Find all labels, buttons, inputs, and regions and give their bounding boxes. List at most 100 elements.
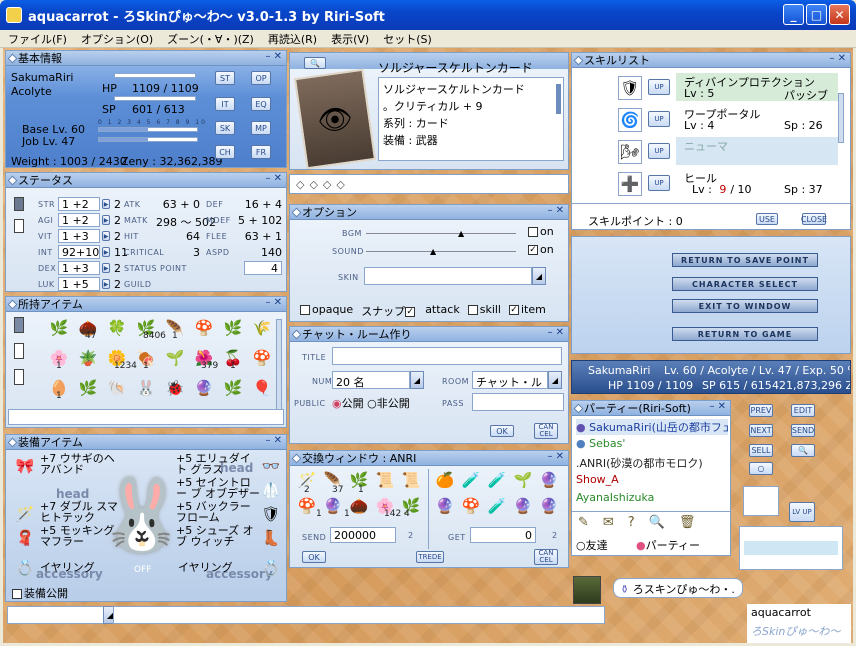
maximize-button[interactable]: □ bbox=[806, 4, 827, 25]
edit-button[interactable]: EDIT bbox=[791, 404, 815, 417]
num-select[interactable]: 20 名 bbox=[332, 371, 410, 389]
ok-button[interactable]: OK bbox=[490, 425, 514, 437]
minimize-icon[interactable]: – ✕ bbox=[709, 401, 726, 412]
party-member[interactable]: ● Sebas' bbox=[576, 437, 728, 450]
bgm-slider[interactable]: ▲ bbox=[366, 229, 516, 238]
status-toggle[interactable] bbox=[14, 219, 24, 233]
skill-up-button[interactable]: UP bbox=[648, 111, 670, 127]
minimize-icon[interactable]: – ✕ bbox=[265, 435, 282, 446]
party-tab[interactable]: ●パーティー bbox=[636, 537, 700, 553]
orb-icon[interactable]: 🔮 bbox=[322, 495, 344, 517]
opaque-checkbox[interactable] bbox=[300, 305, 310, 315]
skill-close-button[interactable]: CLOSE bbox=[801, 213, 827, 225]
send-button[interactable]: SEND bbox=[791, 424, 815, 437]
portal-icon[interactable]: 🌀 bbox=[618, 108, 642, 132]
party-member[interactable]: .ANRI(砂漠の都市モロク) bbox=[576, 455, 728, 471]
window-title-bar[interactable]: スキルリスト – ✕ bbox=[572, 53, 850, 68]
headband-icon[interactable]: 🎀 bbox=[14, 455, 36, 477]
minimize-icon[interactable]: – ✕ bbox=[265, 297, 282, 308]
party-member[interactable]: ● SakumaRiri(山岳の都市フェ bbox=[576, 419, 728, 435]
inventory-tab-equip[interactable] bbox=[14, 343, 24, 359]
party-tools[interactable]: ✎✉?🔍🗑 bbox=[578, 515, 709, 530]
scroll-icon[interactable]: 📜 bbox=[400, 469, 422, 491]
mushroom-icon[interactable]: 🍄 bbox=[251, 347, 273, 369]
chat-title-input[interactable] bbox=[332, 347, 562, 365]
window-title-bar[interactable]: ステータス – ✕ bbox=[6, 173, 286, 188]
ok-button[interactable]: OK bbox=[302, 551, 326, 563]
skill-scrollbar[interactable] bbox=[838, 93, 844, 143]
chat-message-input[interactable] bbox=[113, 606, 605, 624]
status-toggle[interactable] bbox=[14, 197, 24, 211]
herb-icon[interactable]: 🌿 bbox=[77, 377, 99, 399]
plant-icon[interactable]: 🪴 bbox=[77, 347, 99, 369]
magnifier-icon[interactable]: 🔍 bbox=[304, 57, 326, 69]
window-title-bar[interactable]: チャット・ルーム作り – ✕ bbox=[290, 327, 568, 342]
minimize-icon[interactable]: – ✕ bbox=[547, 451, 564, 462]
minimap[interactable] bbox=[573, 576, 601, 604]
party-member[interactable]: AyanaIshizuka bbox=[576, 491, 728, 504]
shield-icon[interactable]: 🛡 bbox=[618, 76, 642, 100]
hotkey-slots[interactable]: ◇◇◇◇ bbox=[296, 178, 350, 191]
chat-target-input[interactable] bbox=[7, 606, 107, 624]
minimize-icon[interactable]: – ✕ bbox=[265, 173, 282, 184]
window-title-bar[interactable]: 装備アイテム – ✕ bbox=[6, 435, 286, 450]
chevron-down-icon[interactable]: ◢ bbox=[410, 371, 424, 389]
prev-button[interactable]: PREV bbox=[749, 404, 773, 417]
cancel-button[interactable]: CAN CEL bbox=[534, 423, 558, 439]
mp-button[interactable]: MP bbox=[251, 121, 271, 135]
sound-on-checkbox[interactable]: ✓ bbox=[528, 245, 538, 255]
op-button[interactable]: OP bbox=[251, 71, 271, 85]
stat-up-icon[interactable]: ▶ bbox=[102, 247, 110, 257]
room-select[interactable]: チャット・ルー bbox=[472, 371, 548, 389]
herb-icon[interactable]: 🌿 bbox=[48, 317, 70, 339]
equip-left-2[interactable]: +7 ダブル スマ ヒトテック bbox=[40, 501, 120, 523]
sprout-icon[interactable]: 🌱 bbox=[164, 347, 186, 369]
bug-icon[interactable]: 🐞 bbox=[164, 377, 186, 399]
sk-button[interactable]: SK bbox=[215, 121, 235, 135]
friend-tab[interactable]: ○友達 bbox=[576, 537, 608, 553]
skill-up-button[interactable]: UP bbox=[648, 175, 670, 191]
window-title-bar[interactable]: パーティー(Riri-Soft) – ✕ bbox=[572, 401, 730, 416]
chevron-down-icon[interactable]: ◢ bbox=[532, 267, 546, 285]
party-member[interactable]: Show_A bbox=[576, 473, 728, 486]
public-radio[interactable]: ◉ bbox=[332, 397, 342, 410]
equip-left-1[interactable]: +7 ウサギのヘアバンド bbox=[40, 453, 116, 475]
minimize-icon[interactable]: – ✕ bbox=[265, 51, 282, 62]
balloon-icon[interactable]: 🎈 bbox=[251, 377, 273, 399]
menu-file[interactable]: ファイル(F) bbox=[8, 31, 67, 47]
inventory-tab-item[interactable] bbox=[14, 317, 24, 333]
minimize-icon[interactable]: – ✕ bbox=[829, 53, 846, 64]
minimize-icon[interactable]: – ✕ bbox=[547, 205, 564, 216]
equip-public[interactable]: 装備公開 bbox=[12, 585, 68, 601]
equip-right-5[interactable]: イヤリング bbox=[178, 559, 233, 575]
window-title-bar[interactable]: オプション – ✕ bbox=[290, 205, 568, 220]
wand-icon[interactable]: 🪄 bbox=[14, 503, 36, 525]
equip-left-4[interactable]: イヤリング bbox=[40, 559, 95, 575]
mushroom-icon[interactable]: 🍄 bbox=[296, 495, 318, 517]
minimize-icon[interactable]: – ✕ bbox=[547, 327, 564, 338]
shoes-icon[interactable]: 👢 bbox=[260, 527, 282, 549]
stat-up-icon[interactable]: ▶ bbox=[102, 215, 110, 225]
herb-icon[interactable]: 🌿 bbox=[222, 317, 244, 339]
rabbit-icon[interactable]: 🐰 bbox=[135, 377, 157, 399]
use-button[interactable]: USE bbox=[756, 213, 778, 225]
character-select-button[interactable]: CHARACTER SELECT bbox=[672, 277, 818, 291]
skin-input[interactable] bbox=[364, 267, 532, 285]
trade-button[interactable]: TREDE bbox=[416, 551, 444, 563]
magnifier-icon[interactable]: 🔍 bbox=[791, 444, 815, 457]
skill-checkbox[interactable] bbox=[467, 305, 478, 315]
equip-public-checkbox[interactable] bbox=[12, 589, 22, 599]
nut-icon[interactable]: 🌰 bbox=[348, 495, 370, 517]
menu-reload[interactable]: 再読込(R) bbox=[268, 31, 317, 47]
wind-icon[interactable]: 🌬 bbox=[618, 140, 642, 164]
equip-right-1[interactable]: +5 エリュダイト グラス bbox=[176, 453, 260, 475]
return-to-game-button[interactable]: RETURN TO GAME bbox=[672, 327, 818, 341]
close-button[interactable]: ✕ bbox=[829, 4, 850, 25]
game-area[interactable]: 基本情報 – ✕ SakumaRiri Acolyte HP 1109 / 110… bbox=[3, 48, 853, 643]
window-title-bar[interactable]: 基本情報 – ✕ bbox=[6, 51, 286, 66]
eq-button[interactable]: EQ bbox=[251, 97, 271, 111]
next-button[interactable]: NEXT bbox=[749, 424, 773, 437]
equip-left-3[interactable]: +5 モッキング マフラー bbox=[40, 525, 120, 547]
inventory-scrollbar[interactable] bbox=[276, 319, 282, 419]
stat-up-icon[interactable]: ▶ bbox=[102, 263, 110, 273]
